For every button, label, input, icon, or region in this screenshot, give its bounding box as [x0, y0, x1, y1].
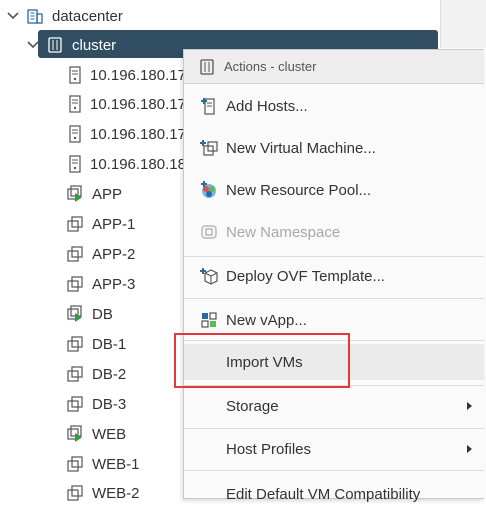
host-icon [69, 125, 81, 143]
menu-item-new-namespace: New Namespace [184, 214, 484, 250]
menu-item-label: New vApp... [226, 311, 307, 329]
host-icon [69, 155, 81, 173]
chevron-down-icon[interactable] [26, 38, 40, 52]
tree-item-label: 10.196.180.17 [90, 125, 186, 143]
menu-item-label: Deploy OVF Template... [226, 267, 385, 285]
tree-item-vm[interactable]: DB-3 [66, 389, 126, 419]
menu-item-new-virtual-machine[interactable]: New Virtual Machine... [184, 130, 484, 166]
menu-item-deploy-ovf-template[interactable]: Deploy OVF Template... [184, 258, 484, 294]
menu-item-new-resource-pool[interactable]: New Resource Pool... [184, 172, 484, 208]
vm-icon [67, 246, 83, 262]
tree-item-label: WEB-1 [92, 455, 140, 473]
tree-item-host[interactable]: 10.196.180.18 [68, 149, 186, 179]
tree-item-label: DB [92, 305, 113, 323]
vm-icon [67, 276, 83, 292]
menu-item-add-hosts[interactable]: Add Hosts... [184, 88, 484, 124]
tree-item-label: 10.196.180.18 [90, 155, 186, 173]
menu-item-label: Edit Default VM Compatibility [226, 485, 421, 503]
highlight-annotation-box [174, 333, 350, 388]
menu-header: Actions - cluster [184, 50, 484, 84]
vm-icon [67, 456, 83, 472]
tree-item-datacenter[interactable]: datacenter [6, 1, 123, 31]
right-panel-edge [440, 0, 486, 48]
menu-separator [184, 298, 484, 299]
tree-item-label: cluster [72, 36, 117, 54]
vm-powered-on-icon [67, 185, 82, 202]
menu-item-storage[interactable]: Storage [184, 388, 484, 424]
tree-item-label: 10.196.180.17 [90, 95, 186, 113]
tree-item-label: DB-2 [92, 365, 127, 383]
menu-item-label: Storage [226, 397, 279, 415]
tree-item-label: datacenter [52, 7, 123, 25]
menu-separator [184, 428, 484, 429]
tree-item-host[interactable]: 10.196.180.17 [68, 60, 186, 90]
actions-context-menu: Actions - cluster Add Hosts... New Virtu… [183, 49, 484, 503]
menu-item-edit-default-vm-compatibility[interactable]: Edit Default VM Compatibility [184, 476, 484, 512]
tree-item-label: DB-1 [92, 335, 127, 353]
menu-item-icon-spacer [199, 396, 219, 416]
tree-item-vm[interactable]: WEB-1 [66, 449, 140, 479]
tree-item-vm[interactable]: WEB [66, 419, 126, 449]
tree-item-vm[interactable]: WEB-2 [66, 478, 140, 508]
tree-item-vm[interactable]: APP-1 [66, 209, 135, 239]
chevron-down-icon[interactable] [6, 9, 20, 23]
vm-icon [67, 216, 83, 232]
menu-item-label: Host Profiles [226, 440, 312, 458]
tree-item-vm[interactable]: DB-2 [66, 359, 126, 389]
menu-item-icon-spacer [199, 484, 219, 504]
submenu-arrow-icon [467, 402, 472, 410]
tree-item-vm[interactable]: DB [66, 299, 113, 329]
tree-item-label: APP-1 [92, 215, 136, 233]
vm-icon [67, 336, 83, 352]
host-icon [69, 95, 81, 113]
tree-item-label: APP [92, 185, 123, 203]
add-host-icon [201, 98, 215, 115]
menu-item-host-profiles[interactable]: Host Profiles [184, 431, 484, 467]
submenu-arrow-icon [467, 445, 472, 453]
menu-item-label: New Resource Pool... [226, 181, 372, 199]
tree-item-label: 10.196.180.17 [90, 66, 186, 84]
deploy-ovf-icon [200, 268, 218, 285]
vm-icon [67, 485, 83, 501]
menu-separator [184, 256, 484, 257]
tree-item-vm[interactable]: APP-3 [66, 269, 135, 299]
menu-separator [184, 470, 484, 471]
vapp-icon [201, 312, 217, 328]
menu-item-icon-spacer [199, 439, 219, 459]
tree-item-label: WEB [92, 425, 127, 443]
tree-item-label: APP-2 [92, 245, 136, 263]
resource-pool-icon [201, 181, 216, 198]
host-icon [69, 66, 81, 84]
namespace-icon [201, 225, 217, 239]
tree-item-vm[interactable]: APP-2 [66, 239, 135, 269]
menu-item-label: New Virtual Machine... [226, 139, 376, 157]
tree-item-label: DB-3 [92, 395, 127, 413]
vm-powered-on-icon [67, 425, 82, 442]
tree-item-cluster[interactable]: cluster [26, 30, 116, 60]
cluster-icon [48, 37, 62, 53]
tree-item-host[interactable]: 10.196.180.17 [68, 119, 186, 149]
datacenter-icon [27, 9, 43, 24]
tree-item-vm[interactable]: APP [66, 179, 122, 209]
vm-icon [67, 366, 83, 382]
menu-item-label: Add Hosts... [226, 97, 308, 115]
vm-powered-on-icon [67, 305, 82, 322]
menu-header-title: Actions - cluster [224, 59, 317, 74]
tree-item-label: APP-3 [92, 275, 136, 293]
tree-item-label: WEB-2 [92, 484, 140, 502]
cluster-icon [200, 58, 214, 75]
tree-item-host[interactable]: 10.196.180.17 [68, 89, 186, 119]
new-vm-icon [200, 140, 218, 156]
menu-item-label: New Namespace [226, 223, 341, 241]
tree-item-vm[interactable]: DB-1 [66, 329, 126, 359]
vm-icon [67, 396, 83, 412]
